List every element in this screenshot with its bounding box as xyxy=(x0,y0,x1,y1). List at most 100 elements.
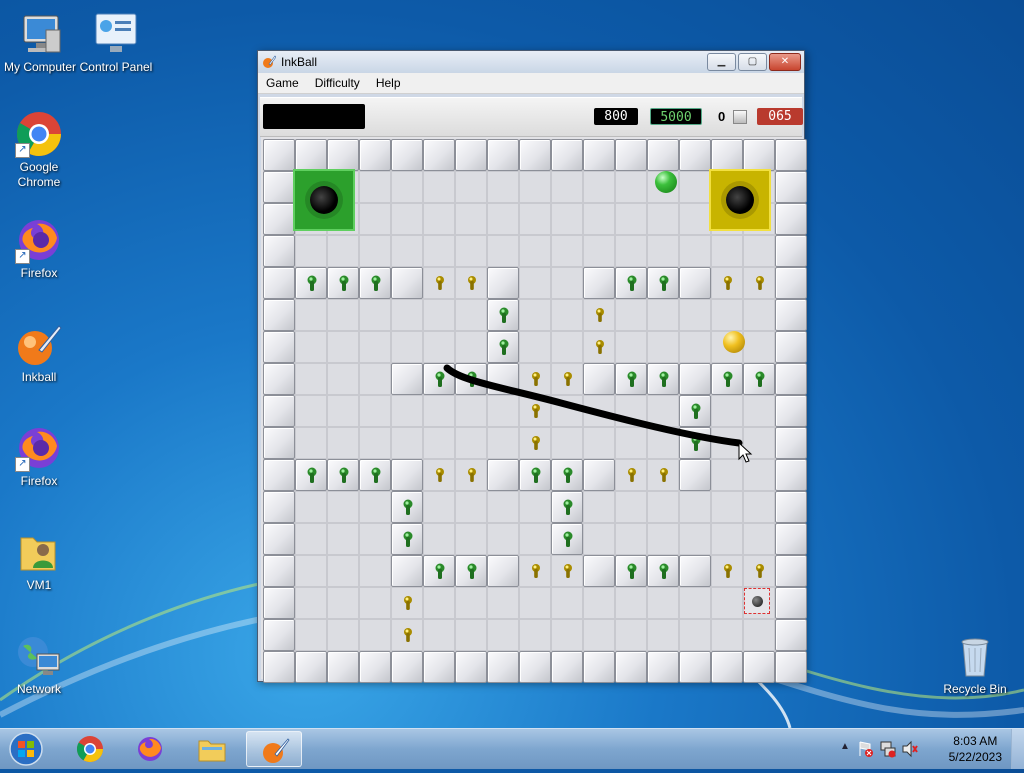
wall-tile xyxy=(615,651,647,683)
green-keyhole-block xyxy=(295,267,327,299)
wall-tile xyxy=(551,139,583,171)
floor-tile xyxy=(743,427,775,459)
green-keyhole-block xyxy=(679,427,711,459)
minimize-button[interactable]: ▁ xyxy=(707,53,736,71)
green-keyhole-block xyxy=(391,523,423,555)
shortcut-arrow-icon: ↗ xyxy=(15,457,30,472)
inkball-app-icon xyxy=(263,55,276,68)
floor-tile xyxy=(359,491,391,523)
floor-tile xyxy=(455,395,487,427)
wall-tile xyxy=(391,267,423,299)
floor-tile xyxy=(359,299,391,331)
wall-tile xyxy=(391,459,423,491)
yellow-keyhole-tile xyxy=(551,363,583,395)
floor-tile xyxy=(487,203,519,235)
menu-help[interactable]: Help xyxy=(368,76,409,90)
floor-tile xyxy=(583,587,615,619)
action-center-flag-icon[interactable] xyxy=(858,740,874,758)
wall-tile xyxy=(775,491,807,523)
firefox-icon: ↗ xyxy=(15,424,63,472)
wall-tile xyxy=(263,235,295,267)
floor-tile xyxy=(711,459,743,491)
wall-tile xyxy=(775,555,807,587)
title-bar[interactable]: InkBall ▁ ▢ ✕ xyxy=(258,51,804,73)
floor-tile xyxy=(391,203,423,235)
taskbar-inkball[interactable] xyxy=(246,731,302,767)
wall-tile xyxy=(263,395,295,427)
wall-tile xyxy=(775,267,807,299)
wall-tile xyxy=(583,267,615,299)
desktop-icon-inkball[interactable]: Inkball xyxy=(0,320,79,385)
wall-tile xyxy=(775,363,807,395)
desktop-icon-firefox-2[interactable]: ↗ Firefox xyxy=(0,424,79,489)
desktop-icon-my-computer[interactable]: My Computer xyxy=(0,10,80,75)
clock-date: 5/22/2023 xyxy=(948,750,1002,764)
floor-tile xyxy=(295,363,327,395)
desktop-icon-network[interactable]: Network xyxy=(0,632,79,697)
wall-tile xyxy=(775,171,807,203)
volume-muted-icon[interactable] xyxy=(902,740,918,758)
floor-tile xyxy=(647,299,679,331)
floor-tile xyxy=(743,523,775,555)
computer-icon xyxy=(16,10,64,58)
floor-tile xyxy=(423,171,455,203)
firefox-icon: ↗ xyxy=(15,216,63,264)
wall-tile xyxy=(743,651,775,683)
taskbar-firefox[interactable] xyxy=(122,731,178,767)
wall-tile xyxy=(775,139,807,171)
clock[interactable]: 8:03 AM 5/22/2023 xyxy=(949,733,1002,765)
floor-tile xyxy=(583,491,615,523)
show-hidden-icons-icon[interactable]: ▲ xyxy=(840,741,850,752)
menu-difficulty[interactable]: Difficulty xyxy=(307,76,368,90)
floor-tile xyxy=(519,235,551,267)
floor-tile xyxy=(487,587,519,619)
floor-tile xyxy=(295,395,327,427)
green-keyhole-block xyxy=(647,267,679,299)
desktop-icon-firefox[interactable]: ↗ Firefox xyxy=(0,216,79,281)
firefox-icon xyxy=(138,737,162,761)
wall-tile xyxy=(263,171,295,203)
close-button[interactable]: ✕ xyxy=(769,53,801,71)
wall-tile xyxy=(775,651,807,683)
show-desktop-button[interactable] xyxy=(1011,729,1024,769)
game-board[interactable] xyxy=(261,137,807,683)
floor-tile xyxy=(359,619,391,651)
wall-tile xyxy=(679,139,711,171)
wall-tile xyxy=(519,139,551,171)
yellow-keyhole-tile xyxy=(423,267,455,299)
wall-tile xyxy=(775,331,807,363)
maximize-button[interactable]: ▢ xyxy=(738,53,767,71)
floor-tile xyxy=(359,171,391,203)
floor-tile xyxy=(455,491,487,523)
desktop-icon-control-panel[interactable]: Control Panel xyxy=(76,10,156,75)
yellow-keyhole-tile xyxy=(423,459,455,491)
taskbar-chrome[interactable] xyxy=(62,731,118,767)
green-keyhole-block xyxy=(647,555,679,587)
green-ball xyxy=(655,171,677,193)
network-icon xyxy=(15,632,63,680)
floor-tile xyxy=(519,171,551,203)
floor-tile xyxy=(359,203,391,235)
desktop-icon-google-chrome[interactable]: ↗ Google Chrome xyxy=(0,110,79,190)
wall-tile xyxy=(647,651,679,683)
wall-tile xyxy=(263,299,295,331)
menu-game[interactable]: Game xyxy=(258,76,307,90)
wall-tile xyxy=(487,459,519,491)
floor-tile xyxy=(583,427,615,459)
floor-tile xyxy=(359,235,391,267)
green-keyhole-block xyxy=(551,459,583,491)
green-hole xyxy=(293,169,355,231)
floor-tile xyxy=(519,331,551,363)
yellow-keyhole-tile xyxy=(615,459,647,491)
floor-tile xyxy=(455,331,487,363)
recycle-bin-icon xyxy=(951,632,999,680)
start-button[interactable] xyxy=(4,731,48,767)
taskbar-explorer[interactable] xyxy=(184,731,240,767)
desktop-icon-recycle-bin[interactable]: Recycle Bin xyxy=(935,632,1015,697)
user-folder-icon xyxy=(15,528,63,576)
yellow-keyhole-tile xyxy=(519,395,551,427)
floor-tile xyxy=(583,395,615,427)
floor-tile xyxy=(583,171,615,203)
network-status-icon[interactable] xyxy=(880,740,896,758)
desktop-icon-vm1[interactable]: VM1 xyxy=(0,528,79,593)
